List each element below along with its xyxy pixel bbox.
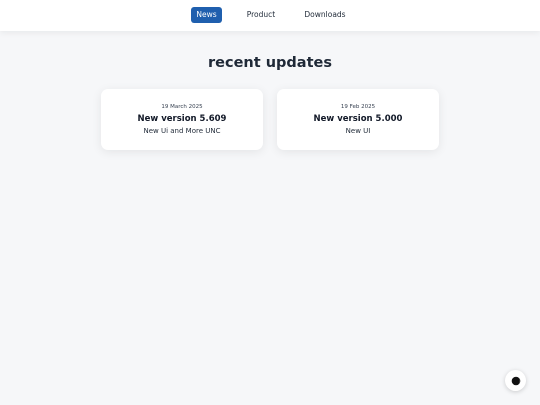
half-moon-icon: [511, 376, 521, 386]
update-card[interactable]: 19 March 2025 New version 5.609 New Ui a…: [101, 89, 263, 150]
update-date: 19 March 2025: [161, 104, 203, 110]
update-card[interactable]: 19 Feb 2025 New version 5.000 New UI: [277, 89, 439, 150]
nav-item-news[interactable]: News: [191, 7, 222, 23]
update-title: New version 5.000: [313, 114, 403, 124]
main-nav: News Product Downloads: [0, 7, 540, 23]
theme-toggle-button[interactable]: [505, 370, 526, 391]
nav-item-product[interactable]: Product: [244, 7, 278, 23]
update-description: New Ui and More UNC: [143, 127, 221, 135]
nav-item-downloads[interactable]: Downloads: [303, 7, 347, 23]
top-navigation-bar: News Product Downloads: [0, 0, 540, 31]
page-title: recent updates: [208, 55, 332, 71]
update-description: New UI: [345, 127, 371, 135]
update-title: New version 5.609: [137, 114, 227, 124]
update-date: 19 Feb 2025: [340, 104, 376, 110]
